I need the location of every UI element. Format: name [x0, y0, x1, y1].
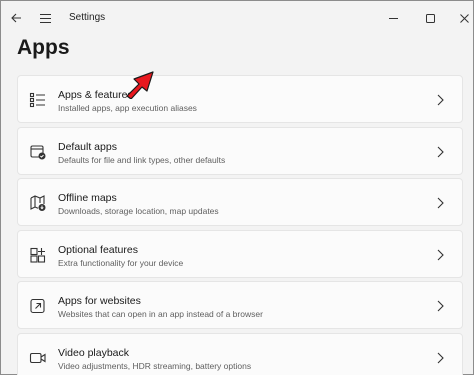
card-subtitle: Defaults for file and link types, other …: [58, 154, 226, 165]
optional-features-card[interactable]: Optional features Extra functionality fo…: [17, 229, 463, 278]
minimize-icon[interactable]: [382, 7, 404, 29]
card-title: Optional features: [58, 243, 138, 256]
maximize-icon[interactable]: [419, 7, 441, 29]
title-bar: Settings: [1, 1, 473, 35]
apps-websites-card[interactable]: Apps for websites Websites that can open…: [17, 281, 463, 329]
close-icon[interactable]: [453, 7, 474, 29]
settings-list: Apps & features Installed apps, app exec…: [17, 75, 463, 375]
default-apps-icon: [29, 143, 47, 161]
apps-websites-icon: [29, 297, 47, 315]
chevron-right-icon: [434, 299, 446, 313]
red-arrow-annotation-icon: [126, 71, 154, 99]
card-title: Video playback: [58, 346, 130, 359]
card-subtitle: Extra functionality for your device: [58, 257, 184, 268]
video-playback-icon: [29, 349, 47, 367]
card-title: Apps & features: [58, 89, 133, 101]
settings-window: Settings Apps Apps & features Installed …: [0, 0, 474, 375]
chevron-right-icon: [434, 196, 446, 210]
window-title: Settings: [69, 12, 106, 23]
card-title: Apps for websites: [58, 295, 141, 307]
default-apps-card[interactable]: Default apps Defaults for file and link …: [17, 126, 463, 175]
card-title: Default apps: [58, 140, 117, 153]
card-subtitle: Installed apps, app execution aliases: [58, 103, 197, 113]
hamburger-menu-icon[interactable]: [34, 7, 56, 29]
video-playback-card[interactable]: Video playback Video adjustments, HDR st…: [17, 332, 463, 375]
chevron-right-icon: [434, 351, 446, 365]
card-subtitle: Websites that can open in an app instead…: [58, 309, 263, 319]
chevron-right-icon: [434, 248, 446, 262]
apps-features-card[interactable]: Apps & features Installed apps, app exec…: [17, 75, 463, 123]
card-subtitle: Video adjustments, HDR streaming, batter…: [58, 360, 252, 371]
optional-features-icon: [29, 246, 47, 264]
back-arrow-icon[interactable]: [5, 7, 27, 29]
apps-list-icon: [29, 91, 47, 109]
page-title: Apps: [17, 36, 70, 59]
chevron-right-icon: [434, 93, 446, 107]
chevron-right-icon: [434, 145, 446, 159]
card-title: Offline maps: [58, 192, 117, 204]
offline-map-icon: [29, 194, 47, 212]
offline-maps-card[interactable]: Offline maps Downloads, storage location…: [17, 178, 463, 226]
card-subtitle: Downloads, storage location, map updates: [58, 206, 219, 216]
